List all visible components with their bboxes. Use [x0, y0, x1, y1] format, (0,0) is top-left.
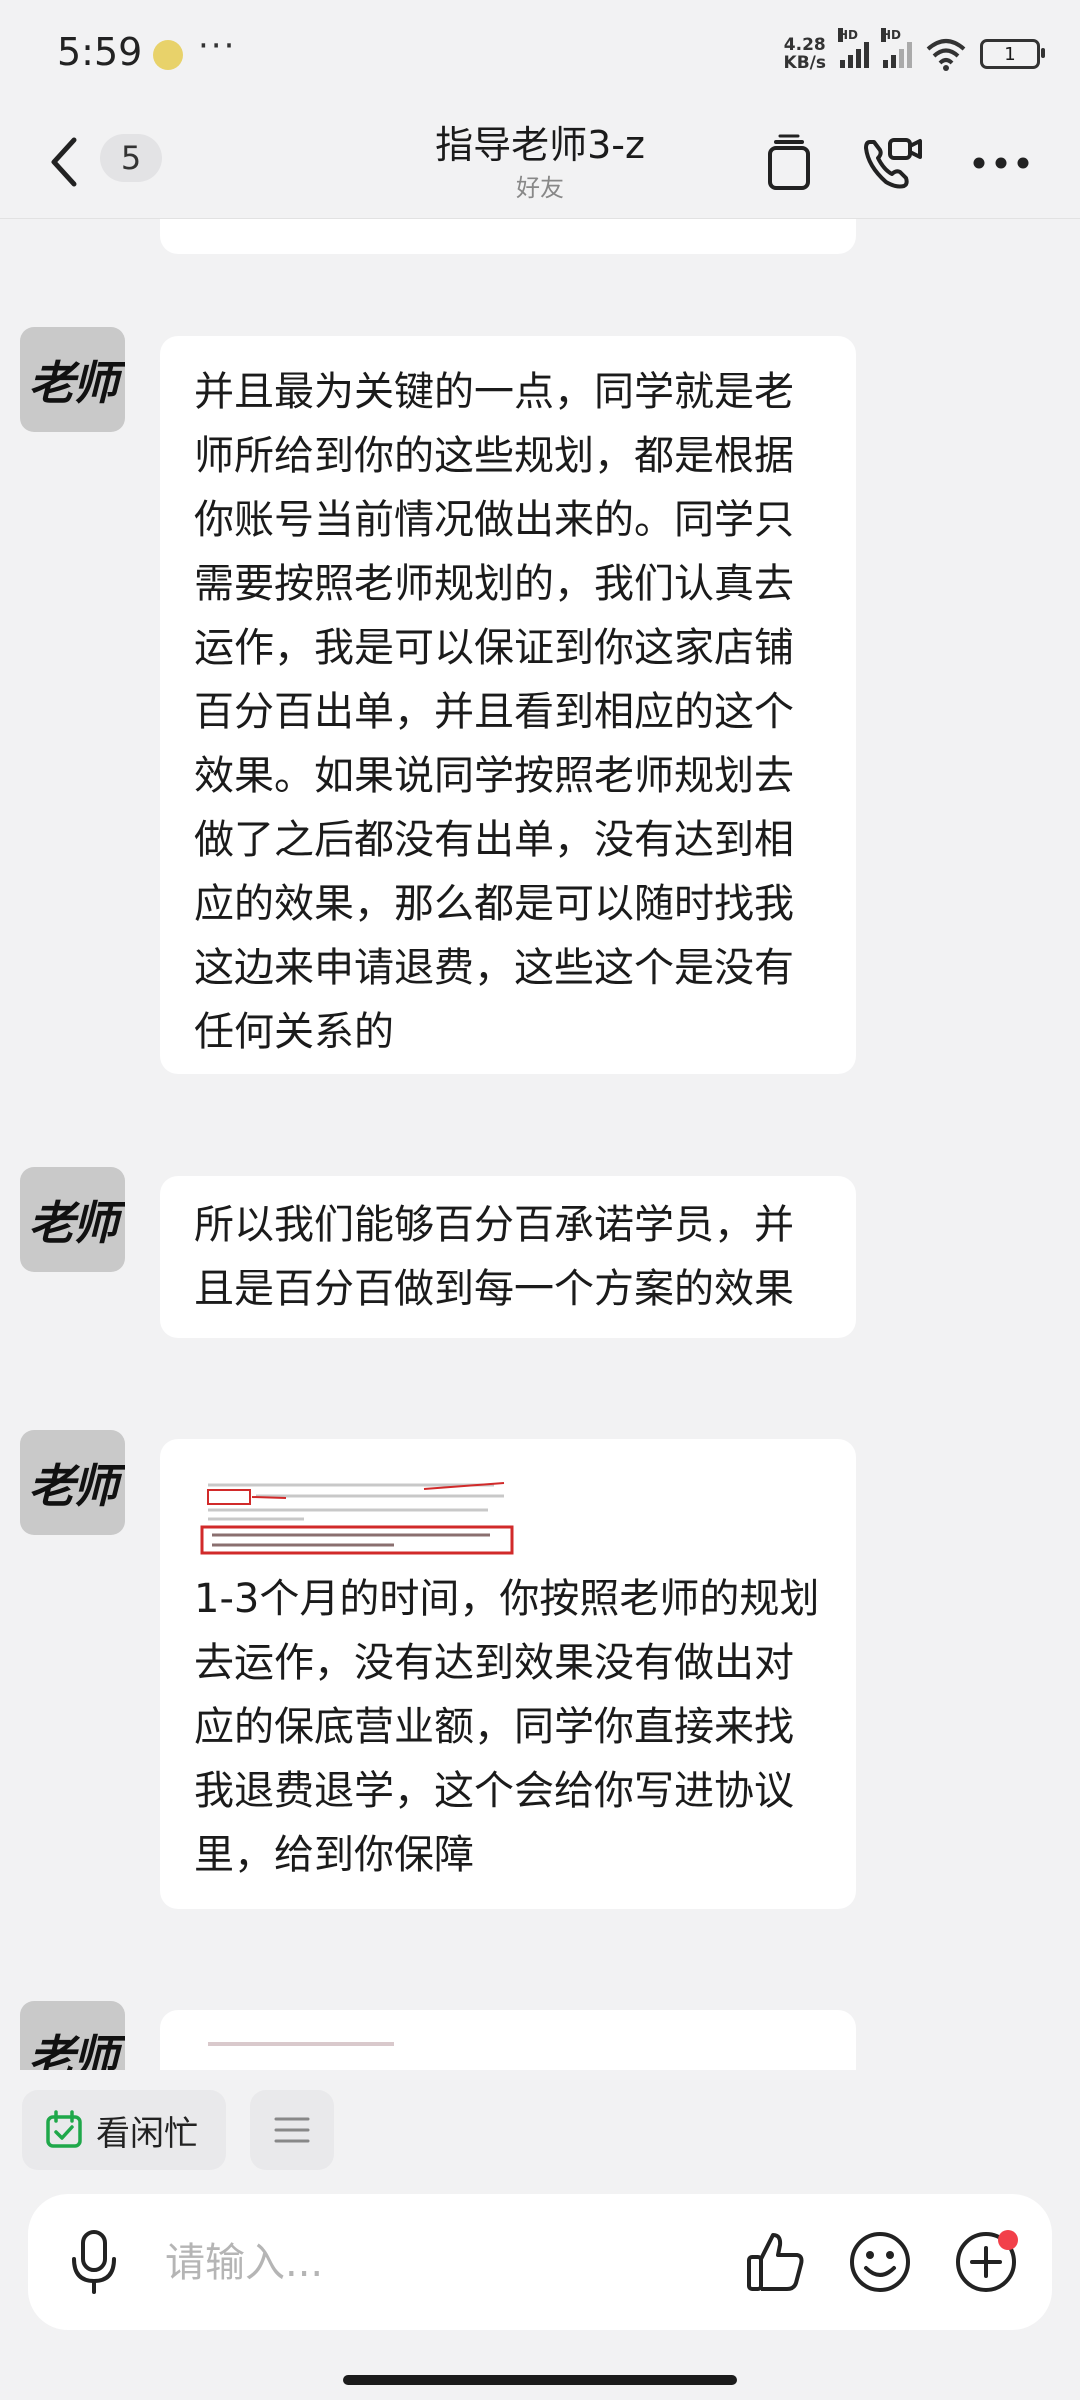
status-time: 5:59 — [57, 30, 143, 74]
chat-header: 5 指导老师3-z 好友 — [0, 110, 1080, 219]
image-thumbnail-partial — [208, 2042, 394, 2046]
message-bubble-partial[interactable] — [160, 219, 856, 254]
message-composer — [28, 2194, 1052, 2330]
message-bubble[interactable]: 并且最为关键的一点，同学就是老师所给到你的这些规划，都是根据你账号当前情况做出来… — [160, 336, 856, 1074]
signal-icon: HD — [838, 28, 869, 68]
message-bubble[interactable]: 1-3个月的时间，你按照老师的规划去运作，没有达到效果没有做出对应的保底营业额，… — [160, 1439, 856, 1909]
add-icon[interactable] — [946, 2222, 1026, 2302]
signal-icon: HD — [881, 28, 912, 68]
thumbs-up-icon[interactable] — [736, 2222, 816, 2302]
message-text: 并且最为关键的一点，同学就是老师所给到你的这些规划，都是根据你账号当前情况做出来… — [194, 369, 794, 1055]
battery-icon: 1 — [980, 39, 1045, 69]
avatar[interactable]: 老师 — [20, 2001, 125, 2070]
avatar[interactable]: 老师 — [20, 1167, 125, 1272]
message-text: 所以我们能够百分百承诺学员，并且是百分百做到每一个方案的效果 — [194, 1202, 794, 1312]
menu-icon[interactable] — [250, 2090, 334, 2170]
busy-status-label: 看闲忙 — [96, 2113, 198, 2154]
busy-status-chip[interactable]: 看闲忙 — [22, 2090, 226, 2170]
avatar[interactable]: 老师 — [20, 1430, 125, 1535]
microphone-icon[interactable] — [54, 2222, 134, 2302]
status-more-icon: ··· — [198, 26, 237, 66]
app-notification-icon — [153, 40, 183, 70]
message-list[interactable]: 老师 并且最为关键的一点，同学就是老师所给到你的这些规划，都是根据你账号当前情况… — [0, 219, 1080, 2070]
status-bar: 5:59 ··· 4.28 KB/s HD HD 1 — [0, 0, 1080, 110]
status-indicators: 4.28 KB/s HD HD 1 — [783, 28, 1045, 74]
network-speed: 4.28 KB/s — [783, 35, 826, 73]
wifi-icon — [926, 39, 966, 71]
more-icon[interactable] — [966, 128, 1036, 198]
home-indicator[interactable] — [343, 2375, 737, 2385]
contract-excerpt-thumbnail[interactable] — [194, 1479, 518, 1557]
message-text: 1-3个月的时间，你按照老师的规划去运作，没有达到效果没有做出对应的保底营业额，… — [194, 1576, 820, 1878]
message-bubble[interactable]: 所以我们能够百分百承诺学员，并且是百分百做到每一个方案的效果 — [160, 1176, 856, 1338]
notification-dot — [998, 2230, 1018, 2250]
avatar[interactable]: 老师 — [20, 327, 125, 432]
message-input[interactable] — [163, 2230, 727, 2296]
message-bubble[interactable] — [160, 2010, 856, 2070]
video-call-icon[interactable] — [858, 128, 928, 198]
clipboard-icon[interactable] — [754, 128, 824, 198]
quick-actions: 看闲忙 — [0, 2070, 1080, 2190]
emoji-icon[interactable] — [840, 2222, 920, 2302]
calendar-check-icon — [46, 2110, 82, 2148]
